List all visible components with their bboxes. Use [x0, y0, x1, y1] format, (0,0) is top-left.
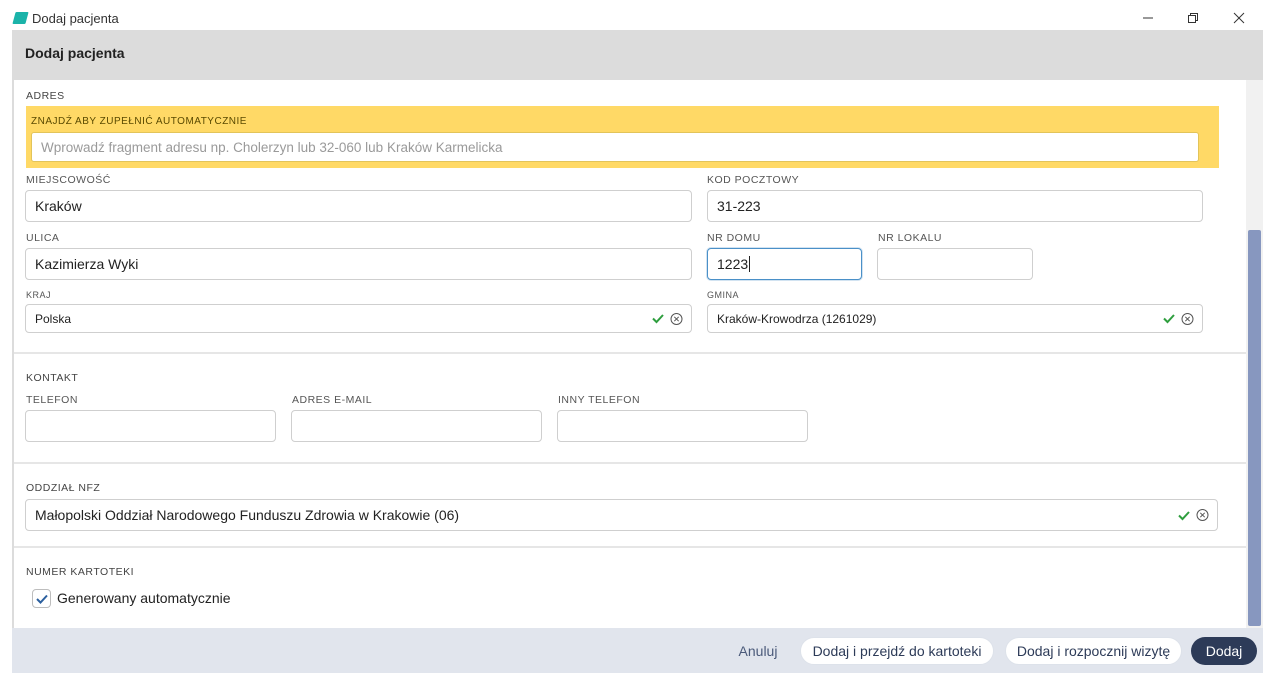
- address-section-label: ADRES: [26, 90, 65, 102]
- postal-code-value: 31-223: [717, 198, 761, 214]
- add-and-start-visit-button[interactable]: Dodaj i rozpocznij wizytę: [1005, 637, 1182, 665]
- house-number-label: NR DOMU: [707, 232, 761, 244]
- check-icon: [652, 314, 664, 324]
- clear-circle-icon[interactable]: [1196, 509, 1209, 522]
- city-input[interactable]: Kraków: [25, 190, 692, 222]
- dialog-content: ADRES ZNAJDŹ ABY ZUPEŁNIĆ AUTOMATYCZNIE …: [14, 80, 1246, 628]
- street-value: Kazimierza Wyki: [35, 256, 139, 272]
- minimize-icon: [1143, 17, 1153, 19]
- country-value: Polska: [35, 311, 72, 326]
- apartment-number-label: NR LOKALU: [878, 232, 943, 244]
- apartment-number-input[interactable]: [877, 248, 1033, 280]
- app-logo-icon: [12, 12, 29, 24]
- auto-generate-label[interactable]: Generowany automatycznie: [57, 590, 231, 606]
- autofill-label: ZNAJDŹ ABY ZUPEŁNIĆ AUTOMATYCZNIE: [31, 116, 247, 127]
- window-title: Dodaj pacjenta: [32, 11, 119, 26]
- street-label: ULICA: [26, 232, 60, 244]
- clear-circle-icon[interactable]: [670, 312, 683, 325]
- file-number-section: NUMER KARTOTEKI Generowany automatycznie: [14, 548, 1246, 628]
- email-input[interactable]: [291, 410, 542, 442]
- restore-button[interactable]: [1178, 6, 1208, 30]
- vertical-scrollbar[interactable]: [1246, 80, 1263, 628]
- phone-input[interactable]: [25, 410, 276, 442]
- checkmark-icon: [35, 594, 48, 604]
- commune-select[interactable]: Kraków-Krowodrza (1261029): [707, 304, 1203, 333]
- add-and-open-file-button[interactable]: Dodaj i przejdź do kartoteki: [800, 637, 994, 665]
- dialog-header: Dodaj pacjenta: [12, 30, 1263, 80]
- commune-value: Kraków-Krowodrza (1261029): [717, 311, 877, 326]
- nfz-branch-value: Małopolski Oddział Narodowego Funduszu Z…: [35, 507, 460, 523]
- scrollbar-thumb[interactable]: [1248, 230, 1261, 626]
- contact-section: KONTAKT TELEFON ADRES E-MAIL INNY TELEFO…: [14, 354, 1246, 464]
- check-icon: [1178, 510, 1190, 520]
- postal-code-label: KOD POCZTOWY: [707, 174, 800, 186]
- house-number-value: 1223: [717, 256, 749, 272]
- phone-label: TELEFON: [26, 394, 78, 406]
- house-number-input[interactable]: 1223: [707, 248, 862, 280]
- clear-circle-icon[interactable]: [1181, 312, 1194, 325]
- email-label: ADRES E-MAIL: [292, 394, 373, 406]
- city-label: MIEJSCOWOŚĆ: [26, 174, 111, 186]
- address-search-input[interactable]: Wprowadź fragment adresu np. Cholerzyn l…: [31, 132, 1199, 162]
- address-section: ADRES ZNAJDŹ ABY ZUPEŁNIĆ AUTOMATYCZNIE …: [14, 80, 1246, 354]
- add-button[interactable]: Dodaj: [1191, 637, 1257, 665]
- add-patient-dialog: Dodaj pacjenta ADRES ZNAJDŹ ABY ZUPEŁNIĆ…: [12, 30, 1263, 673]
- nfz-section: ODDZIAŁ NFZ Małopolski Oddział Narodoweg…: [14, 464, 1246, 548]
- minimize-button[interactable]: [1133, 6, 1163, 30]
- commune-label: GMINA: [707, 290, 740, 300]
- city-value: Kraków: [35, 198, 82, 214]
- other-phone-input[interactable]: [557, 410, 808, 442]
- restore-icon: [1188, 13, 1198, 23]
- close-window-button[interactable]: [1224, 6, 1254, 30]
- auto-generate-checkbox[interactable]: [32, 589, 51, 608]
- cancel-button[interactable]: Anuluj: [730, 637, 786, 665]
- check-icon: [1163, 314, 1175, 324]
- nfz-branch-select[interactable]: Małopolski Oddział Narodowego Funduszu Z…: [25, 499, 1218, 531]
- country-label: KRAJ: [26, 290, 52, 300]
- other-phone-label: INNY TELEFON: [558, 394, 641, 406]
- text-caret: [749, 256, 751, 272]
- dialog-footer: Anuluj Dodaj i przejdź do kartoteki Doda…: [12, 628, 1263, 673]
- address-autofill-panel: ZNAJDŹ ABY ZUPEŁNIĆ AUTOMATYCZNIE Wprowa…: [26, 106, 1219, 168]
- country-select[interactable]: Polska: [25, 304, 692, 333]
- file-number-section-label: NUMER KARTOTEKI: [26, 566, 135, 578]
- contact-section-label: KONTAKT: [26, 372, 79, 384]
- street-input[interactable]: Kazimierza Wyki: [25, 248, 692, 280]
- nfz-section-label: ODDZIAŁ NFZ: [26, 482, 101, 494]
- close-icon: [1233, 12, 1245, 24]
- postal-code-input[interactable]: 31-223: [707, 190, 1203, 222]
- dialog-title: Dodaj pacjenta: [25, 45, 125, 61]
